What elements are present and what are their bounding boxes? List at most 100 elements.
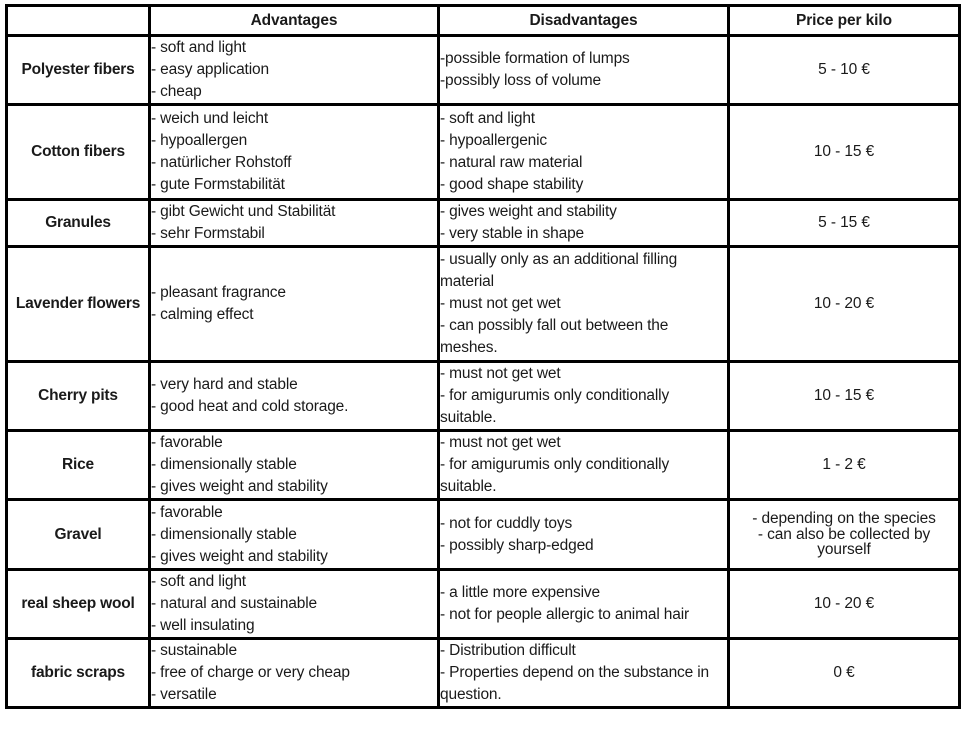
list-item: - pleasant fragrance	[151, 284, 286, 301]
disadvantages-list: - usually only as an additional filling …	[440, 249, 727, 359]
list-item: - sehr Formstabil	[151, 225, 265, 242]
list-item: - sustainable	[151, 642, 237, 659]
disadvantages-list: - Distribution difficult - Properties dep…	[440, 640, 727, 706]
list-item: - soft and light	[440, 110, 535, 127]
price-line: 10 - 15 €	[813, 387, 875, 405]
table-body: Polyester fibers - soft and light - easy …	[5, 34, 961, 709]
price-cell: 10 - 20 €	[727, 568, 961, 640]
price-line: 1 - 2 €	[822, 456, 866, 474]
list-item: - not for cuddly toys	[440, 514, 573, 532]
price-cell: 5 - 10 €	[727, 34, 961, 106]
list-item: - good heat and cold storage.	[151, 398, 349, 415]
price-line: 0 €	[833, 664, 855, 682]
advantages-cell: - sustainable - free of charge or very ch…	[148, 637, 440, 709]
list-item: - calming effect	[151, 306, 254, 323]
list-item: - gives weight and stability	[440, 203, 617, 220]
disadvantages-list: -possible formation of lumps -possibly lo…	[440, 48, 727, 92]
disadvantages-cell: - soft and light - hypoallergenic - natura…	[437, 103, 730, 201]
table-row: Rice - favorable - dimensionally stable - …	[5, 429, 961, 501]
price-cell: 10 - 15 €	[727, 103, 961, 201]
price-line: - depending on the species	[752, 510, 936, 528]
table-row: Cotton fibers - weich und leicht - hypoal…	[5, 103, 961, 201]
list-item: - cheap	[151, 83, 202, 100]
list-item: - must not get wet	[440, 295, 561, 312]
list-item: - for amigurumis only conditionally suit…	[440, 387, 670, 426]
header-row: Advantages Disadvantages Price per kilo	[5, 4, 961, 37]
advantages-list: - very hard and stable - good heat and co…	[151, 374, 437, 418]
advantages-cell: - very hard and stable - good heat and co…	[148, 360, 440, 432]
list-item: - good shape stability	[440, 176, 584, 193]
list-item: - soft and light	[151, 573, 246, 590]
price-line: 10 - 15 €	[813, 143, 875, 161]
list-item: - well insulating	[151, 617, 255, 634]
table-row: real sheep wool - soft and light - natura…	[5, 568, 961, 640]
price-cell: - depending on the species - can also be …	[727, 498, 961, 571]
disadvantages-cell: - Distribution difficult - Properties dep…	[437, 637, 730, 709]
list-item: - Properties depend on the substance in …	[440, 664, 710, 703]
column-header-price: Price per kilo	[727, 4, 961, 37]
list-item: - gute Formstabilität	[151, 176, 285, 193]
advantages-cell: - pleasant fragrance - calming effect	[148, 245, 440, 363]
list-item: - free of charge or very cheap	[151, 664, 350, 681]
list-item: - possibly sharp-edged	[440, 536, 594, 554]
disadvantages-list: - not for cuddly toys - possibly sharp-ed…	[440, 513, 727, 557]
advantages-cell: - weich und leicht - hypoallergen - natürl…	[148, 103, 440, 201]
material-name-cell: fabric scraps	[5, 637, 151, 709]
disadvantages-cell: - must not get wet - for amigurumis only …	[437, 429, 730, 501]
column-header-advantages: Advantages	[148, 4, 440, 37]
table-row: Gravel - favorable - dimensionally stable…	[5, 498, 961, 571]
list-item: - natürlicher Rohstoff	[151, 154, 292, 171]
disadvantages-list: - must not get wet - for amigurumis only …	[440, 363, 727, 429]
disadvantages-cell: - a little more expensive - not for peopl…	[437, 568, 730, 640]
advantages-list: - soft and light - natural and sustainabl…	[151, 571, 437, 637]
column-header-material	[5, 4, 151, 37]
list-item: - for amigurumis only conditionally suit…	[440, 456, 670, 495]
disadvantages-list: - gives weight and stability - very stabl…	[440, 201, 727, 245]
table-row: Cherry pits - very hard and stable - good…	[5, 360, 961, 432]
advantages-list: - sustainable - free of charge or very ch…	[151, 640, 437, 706]
material-name-cell: Rice	[5, 429, 151, 501]
table-row: Lavender flowers - pleasant fragrance - c…	[5, 245, 961, 363]
disadvantages-list: - soft and light - hypoallergenic - natura…	[440, 108, 727, 196]
list-item: - natural raw material	[440, 154, 583, 171]
price-line: 5 - 15 €	[818, 214, 870, 232]
list-item: - favorable	[151, 503, 223, 521]
list-item: - natural and sustainable	[151, 595, 318, 612]
list-item: - easy application	[151, 61, 269, 78]
column-header-disadvantages: Disadvantages	[437, 4, 730, 37]
advantages-list: - gibt Gewicht und Stabilität - sehr Form…	[151, 201, 437, 245]
list-item: - gives weight and stability	[151, 547, 328, 565]
price-cell: 0 €	[727, 637, 961, 709]
list-item: - must not get wet	[440, 434, 561, 451]
disadvantages-list: - a little more expensive - not for peopl…	[440, 582, 727, 626]
list-item: -possible formation of lumps	[440, 50, 630, 67]
advantages-list: - soft and light - easy application - chea…	[151, 37, 437, 103]
advantages-list: - weich und leicht - hypoallergen - natürl…	[151, 108, 437, 196]
list-item: - gives weight and stability	[151, 478, 328, 495]
disadvantages-cell: -possible formation of lumps -possibly lo…	[437, 34, 730, 106]
material-name-cell: Gravel	[5, 498, 151, 571]
advantages-list: - pleasant fragrance - calming effect	[151, 282, 437, 326]
list-item: - very hard and stable	[151, 376, 298, 393]
list-item: - usually only as an additional filling …	[440, 251, 678, 290]
list-item: - favorable	[151, 434, 223, 451]
advantages-cell: - favorable - dimensionally stable - gives…	[148, 498, 440, 571]
price-line: 5 - 10 €	[818, 61, 870, 79]
table-row: Polyester fibers - soft and light - easy …	[5, 34, 961, 106]
list-item: - not for people allergic to animal hair	[440, 606, 690, 623]
disadvantages-cell: - must not get wet - for amigurumis only …	[437, 360, 730, 432]
advantages-list: - favorable - dimensionally stable - gives…	[151, 432, 437, 498]
list-item: -possibly loss of volume	[440, 72, 601, 89]
price-cell: 10 - 20 €	[727, 245, 961, 363]
list-item: - gibt Gewicht und Stabilität	[151, 203, 336, 220]
table-row: fabric scraps - sustainable - free of cha…	[5, 637, 961, 709]
list-item: - Distribution difficult	[440, 642, 576, 659]
disadvantages-cell: - usually only as an additional filling …	[437, 245, 730, 363]
price-line: 10 - 20 €	[813, 595, 875, 613]
list-item: - weich und leicht	[151, 110, 269, 127]
list-item: - hypoallergen	[151, 132, 248, 149]
list-item: - versatile	[151, 686, 217, 703]
table-row: Granules - gibt Gewicht und Stabilität - …	[5, 198, 961, 248]
material-name-cell: Lavender flowers	[5, 245, 151, 363]
list-item: - dimensionally stable	[151, 525, 297, 543]
